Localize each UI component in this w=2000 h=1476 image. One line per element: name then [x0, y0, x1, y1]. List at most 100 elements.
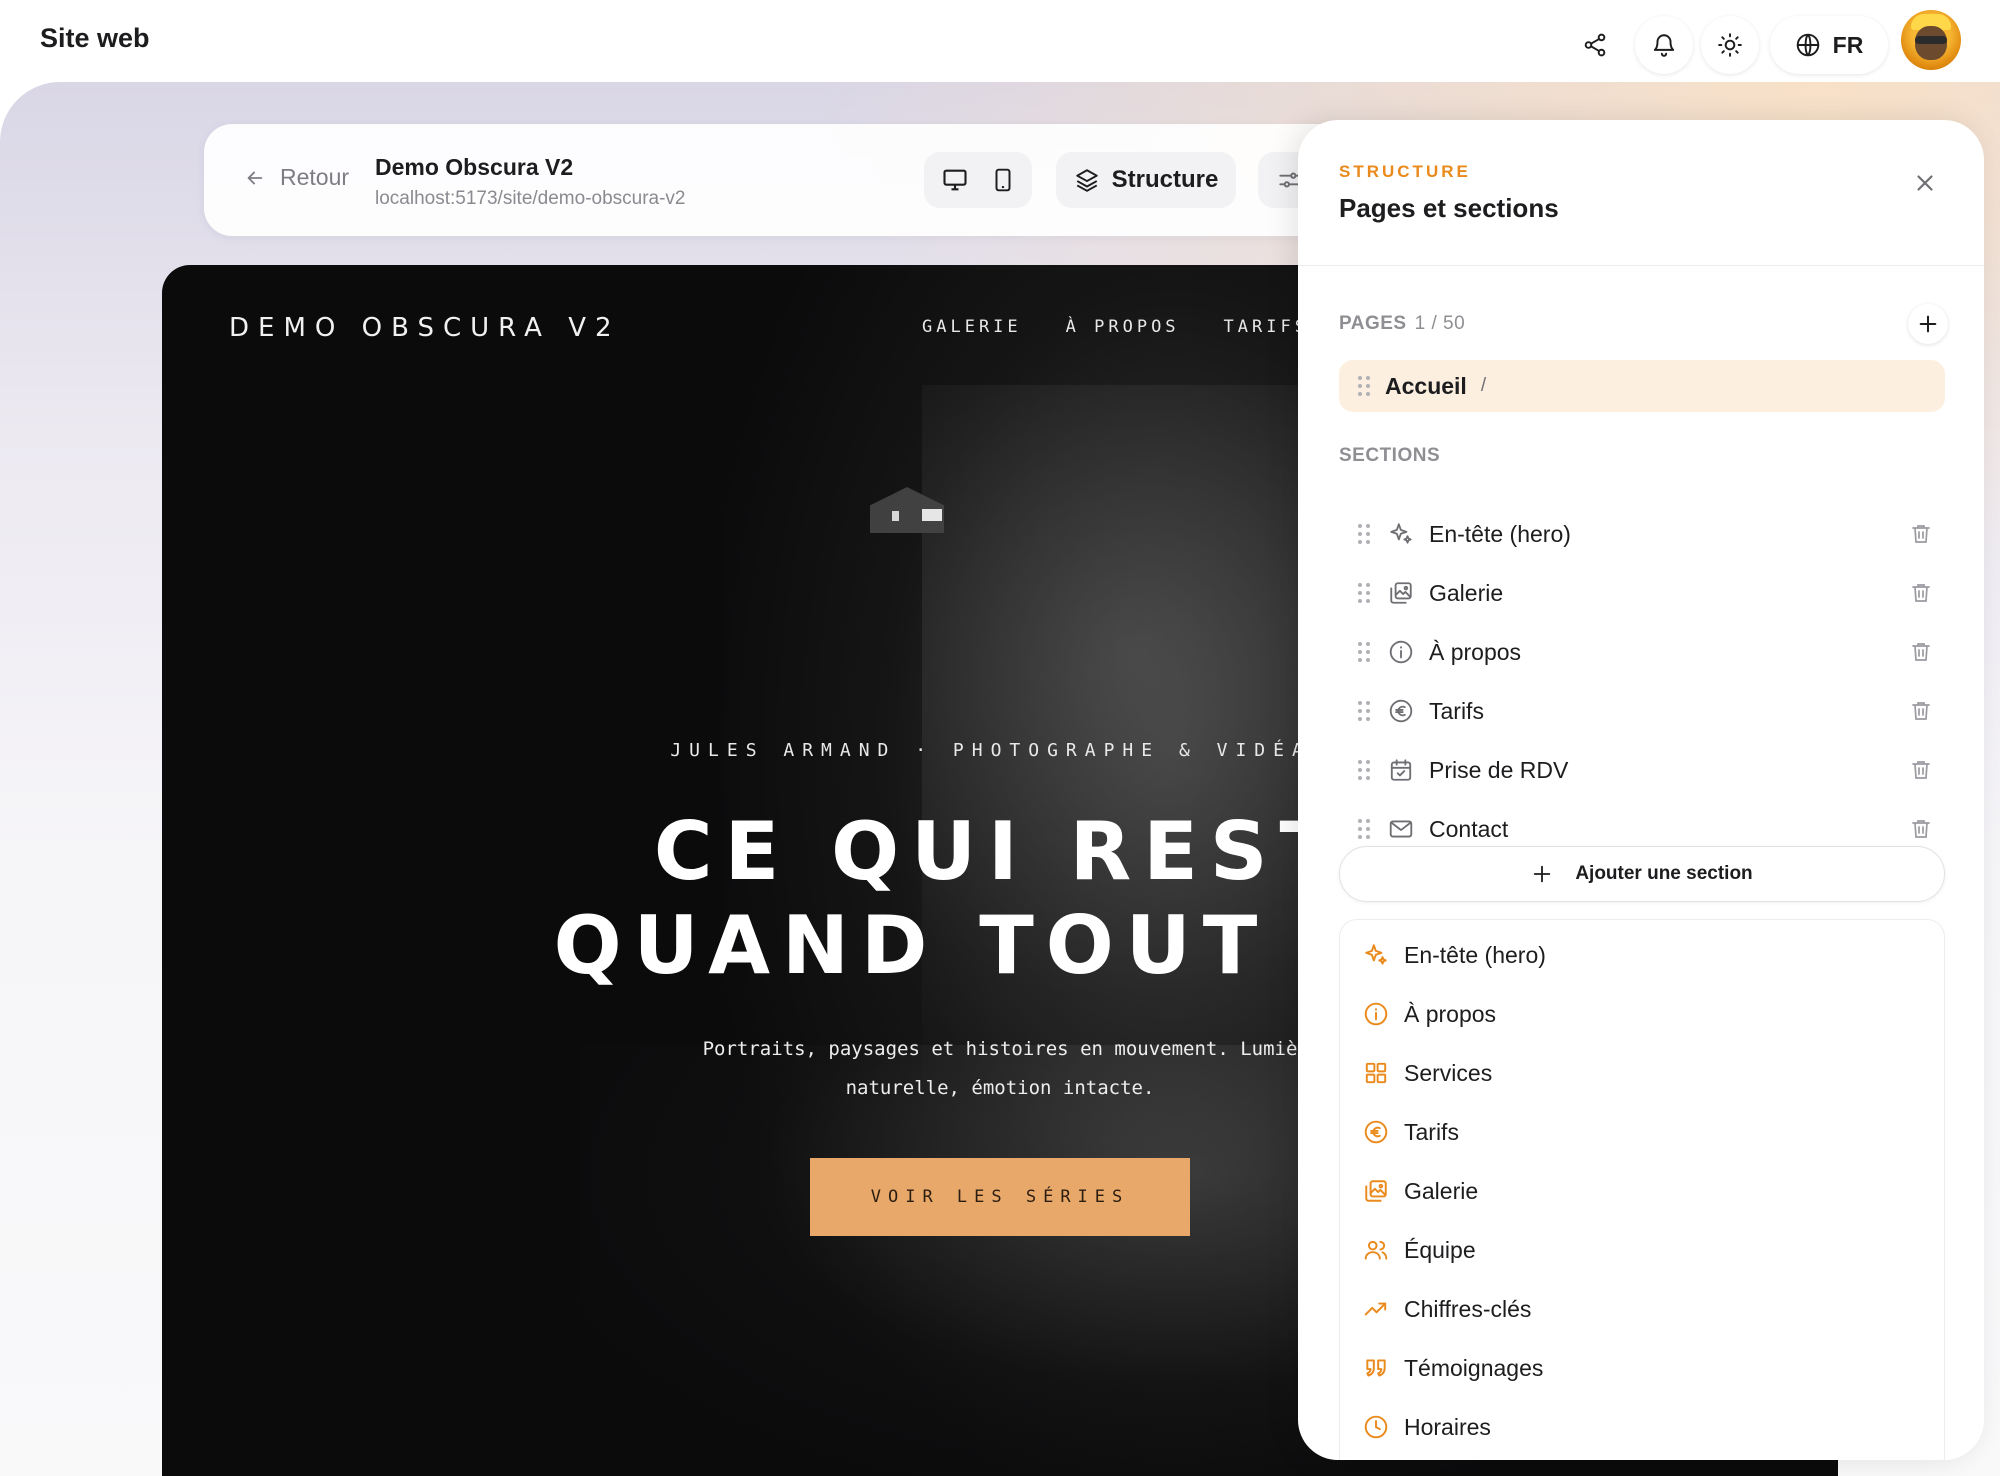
trash-icon[interactable] [1909, 581, 1933, 605]
section-label: Tarifs [1429, 697, 1484, 724]
catalog-label: Services [1404, 1059, 1493, 1086]
site-brand[interactable]: DEMO OBSCURA V2 [229, 313, 621, 343]
close-panel-button[interactable] [1912, 170, 1938, 196]
section-row-rdv[interactable]: Prise de RDV [1339, 745, 1945, 795]
site-nav-item[interactable]: À PROPOS [1066, 317, 1180, 337]
drag-handle-icon[interactable] [1357, 641, 1371, 663]
catalog-label: En-tête (hero) [1404, 941, 1546, 968]
catalog-item-tarifs[interactable]: Tarifs [1362, 1112, 1459, 1152]
pages-count: 1 / 50 [1414, 313, 1466, 334]
app-header: Site web FR [0, 0, 2000, 82]
page-item-accueil[interactable]: Accueil / [1339, 360, 1945, 412]
drag-handle-icon[interactable] [1357, 759, 1371, 781]
section-label: À propos [1429, 638, 1522, 665]
catalog-item-services[interactable]: Services [1362, 1053, 1492, 1093]
add-section-button[interactable]: Ajouter une section [1339, 846, 1945, 902]
catalog-item-hero[interactable]: En-tête (hero) [1362, 935, 1546, 975]
share-button[interactable] [1566, 16, 1624, 74]
back-button[interactable]: Retour [244, 164, 349, 191]
section-label: En-tête (hero) [1429, 520, 1571, 547]
euro-icon [1362, 1118, 1390, 1146]
trash-icon[interactable] [1909, 522, 1933, 546]
app-title: Site web [40, 23, 150, 53]
structure-label: Structure [1111, 166, 1219, 193]
catalog-item-a-propos[interactable]: À propos [1362, 994, 1496, 1034]
pages-label: PAGES [1339, 313, 1407, 334]
theme-toggle-button[interactable] [1701, 16, 1759, 74]
bell-icon [1653, 34, 1675, 57]
section-label: Galerie [1429, 579, 1504, 606]
panel-divider [1298, 265, 1984, 266]
section-row-galerie[interactable]: Galerie [1339, 568, 1945, 618]
info-icon [1387, 638, 1415, 666]
catalog-label: Tarifs [1404, 1118, 1459, 1145]
language-label: FR [1832, 31, 1864, 58]
drag-handle-icon[interactable] [1357, 818, 1371, 840]
site-nav-item[interactable]: TARIFS [1224, 317, 1309, 337]
section-row-hero[interactable]: En-tête (hero) [1339, 509, 1945, 559]
structure-panel: STRUCTURE Pages et sections PAGES 1 / 50 … [1298, 120, 1984, 1460]
panel-title: Pages et sections [1339, 193, 1559, 223]
trash-icon[interactable] [1909, 699, 1933, 723]
monitor-icon [942, 169, 967, 191]
add-section-label: Ajouter une section [1575, 863, 1753, 884]
catalog-item-temoignages[interactable]: Témoignages [1362, 1348, 1543, 1388]
back-label: Retour [280, 164, 350, 190]
gallery-icon [1387, 579, 1415, 607]
hero-subtext-line: naturelle, émotion intacte. [845, 1077, 1155, 1099]
language-selector[interactable]: FR [1770, 16, 1888, 74]
section-row-a-propos[interactable]: À propos [1339, 627, 1945, 677]
grid-icon [1362, 1059, 1390, 1087]
share-icon [1584, 33, 1606, 57]
site-url[interactable]: localhost:5173/site/demo-obscura-v2 [375, 188, 686, 210]
desktop-view-button[interactable] [941, 166, 969, 194]
catalog-item-horaires[interactable]: Horaires [1362, 1407, 1491, 1447]
trash-icon[interactable] [1909, 640, 1933, 664]
section-label: Prise de RDV [1429, 756, 1569, 783]
catalog-item-equipe[interactable]: Équipe [1362, 1230, 1476, 1270]
mobile-view-button[interactable] [990, 166, 1016, 194]
drag-handle-icon[interactable] [1357, 582, 1371, 604]
page-path: / [1480, 375, 1487, 396]
globe-icon [1796, 33, 1819, 57]
editor-toolbar: Retour Demo Obscura V2 localhost:5173/si… [204, 124, 1404, 236]
users-icon [1362, 1236, 1390, 1264]
smartphone-icon [995, 168, 1010, 192]
site-name: Demo Obscura V2 [375, 154, 574, 180]
pages-heading: PAGES 1 / 50 [1339, 313, 1465, 335]
site-nav-item[interactable]: GALERIE [922, 317, 1022, 337]
section-row-tarifs[interactable]: Tarifs [1339, 686, 1945, 736]
trash-icon[interactable] [1909, 758, 1933, 782]
section-catalog: En-tête (hero) À propos Services Tarifs … [1339, 919, 1945, 1460]
arrow-left-icon [247, 171, 263, 184]
layers-icon [1075, 169, 1098, 192]
hero-subtext-line: Portraits, paysages et histoires en mouv… [702, 1038, 1298, 1060]
structure-button[interactable]: Structure [1056, 152, 1236, 208]
drag-handle-icon[interactable] [1357, 523, 1371, 545]
add-page-button[interactable] [1908, 304, 1948, 344]
plus-icon [1919, 315, 1937, 333]
euro-icon [1387, 697, 1415, 725]
sections-heading: SECTIONS [1339, 445, 1441, 466]
notifications-button[interactable] [1635, 16, 1693, 74]
plus-icon [1534, 865, 1551, 883]
hero-cta-button[interactable]: VOIR LES SÉRIES [810, 1158, 1190, 1236]
trending-up-icon [1362, 1295, 1390, 1323]
mail-icon [1387, 815, 1415, 843]
info-icon [1362, 1000, 1390, 1028]
catalog-label: À propos [1404, 1000, 1497, 1027]
section-label: Contact [1429, 815, 1509, 842]
trash-icon[interactable] [1909, 817, 1933, 841]
catalog-label: Témoignages [1404, 1354, 1544, 1381]
sparkles-icon [1362, 941, 1390, 969]
catalog-item-chiffres-cles[interactable]: Chiffres-clés [1362, 1289, 1531, 1329]
quote-icon [1362, 1354, 1390, 1382]
catalog-item-galerie[interactable]: Galerie [1362, 1171, 1478, 1211]
drag-handle-icon[interactable] [1357, 700, 1371, 722]
site-nav: GALERIE À PROPOS TARIFS [922, 317, 1309, 337]
user-avatar[interactable] [1901, 10, 1961, 70]
panel-kicker: STRUCTURE [1339, 162, 1471, 181]
drag-handle-icon[interactable] [1357, 375, 1371, 397]
close-icon [1917, 175, 1933, 191]
hero-subtext: Portraits, paysages et histoires en mouv… [654, 1030, 1346, 1108]
